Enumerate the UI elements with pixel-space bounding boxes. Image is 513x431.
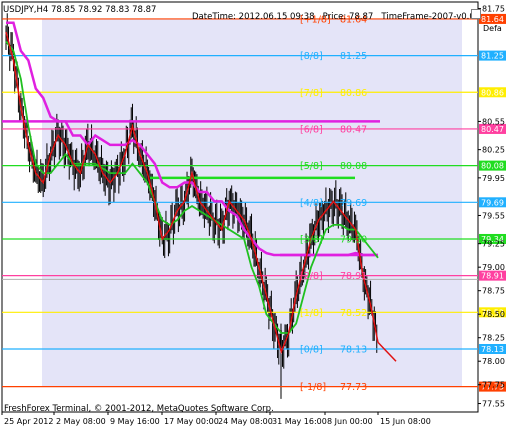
murray-level-value: 81.25 — [340, 51, 367, 62]
time-tick-label: 15 Jun 08:00 — [380, 417, 431, 426]
murray-level-value: 77.73 — [340, 382, 367, 393]
price-badge-text: 80.08 — [481, 162, 504, 171]
price-chart[interactable]: 81.6481.2580.8680.4780.0879.6979.3478.91… — [0, 0, 513, 431]
price-tick-label: 79.00 — [482, 263, 505, 272]
price-badge-text: 78.13 — [481, 345, 504, 354]
template-corner-label: Defa — [483, 24, 502, 33]
time-tick-label: 2 May 08:00 — [56, 417, 106, 426]
murray-level-value: 80.47 — [340, 124, 367, 135]
price-badge-text: 81.64 — [481, 15, 504, 24]
price-badge-text: 81.25 — [481, 52, 504, 61]
checkbox-icon[interactable] — [471, 9, 481, 19]
price-tick-label: 79.55 — [482, 211, 505, 220]
murray-level-label: [8/8] — [300, 51, 323, 62]
time-tick-label: 17 May 00:00 — [164, 417, 219, 426]
murray-level-label: [1/8] — [300, 308, 323, 319]
price-tick-label: 77.75 — [482, 381, 505, 390]
price-tick-label: 79.25 — [482, 240, 505, 249]
murray-level-value: 78.91 — [340, 271, 367, 282]
price-badge-text: 79.69 — [481, 198, 504, 207]
price-tick-label: 80.25 — [482, 146, 505, 155]
copyright-footer: FreshForex Terminal, © 2001-2012, MetaQu… — [4, 404, 274, 414]
murray-level-value: 79.69 — [340, 198, 367, 209]
indicator-info: DateTime: 2012.06.15 09:38 Price: 78.87 … — [192, 12, 480, 22]
price-tick-label: 81.75 — [482, 5, 505, 14]
datetime-readout: DateTime: 2012.06.15 09:38 — [192, 12, 315, 22]
murray-level-value: 79.30 — [340, 234, 367, 245]
time-tick-label: 8 Jun 00:00 — [327, 417, 373, 426]
time-tick-label: 24 May 08:00 — [218, 417, 273, 426]
timeframe-readout: TimeFrame-2007-v0.05 — [381, 12, 481, 22]
price-badge-text: 78.91 — [481, 272, 504, 281]
price-badge-text: 80.86 — [481, 88, 504, 97]
murray-level-value: 78.13 — [340, 344, 367, 355]
price-tick-label: 77.55 — [482, 400, 505, 409]
price-tick-label: 78.00 — [482, 357, 505, 366]
time-tick-label: 9 May 16:00 — [110, 417, 160, 426]
price-tick-label: 78.25 — [482, 334, 505, 343]
murray-level-label: [7/8] — [300, 88, 323, 99]
time-tick-label: 25 Apr 2012 — [4, 417, 53, 426]
symbol-label: USDJPY,H4 — [3, 5, 49, 15]
murray-level-label: [3/8] — [300, 234, 323, 245]
price-tick-label: 80.55 — [482, 117, 505, 126]
murray-level-label: [0/8] — [300, 344, 323, 355]
chart-header: USDJPY,H4 78.85 78.92 78.83 78.87 — [3, 5, 156, 15]
price-tick-label: 79.95 — [482, 174, 505, 183]
murray-level-label: [2/8] — [300, 271, 323, 282]
murray-level-value: 80.86 — [340, 88, 367, 99]
murray-level-value: 80.08 — [340, 161, 367, 172]
murray-level-label: [-1/8] — [300, 382, 326, 393]
murray-level-value: 78.52 — [340, 308, 367, 319]
price-readout: Price: 78.87 — [322, 12, 374, 22]
murray-level-label: [5/8] — [300, 161, 323, 172]
price-tick-label: 78.50 — [482, 310, 505, 319]
ohlc-values: 78.85 78.92 78.83 78.87 — [51, 5, 157, 15]
murray-level-label: [4/8] — [300, 198, 323, 209]
price-tick-label: 78.75 — [482, 287, 505, 296]
time-tick-label: 31 May 16:00 — [272, 417, 327, 426]
murray-level-label: [6/8] — [300, 124, 323, 135]
